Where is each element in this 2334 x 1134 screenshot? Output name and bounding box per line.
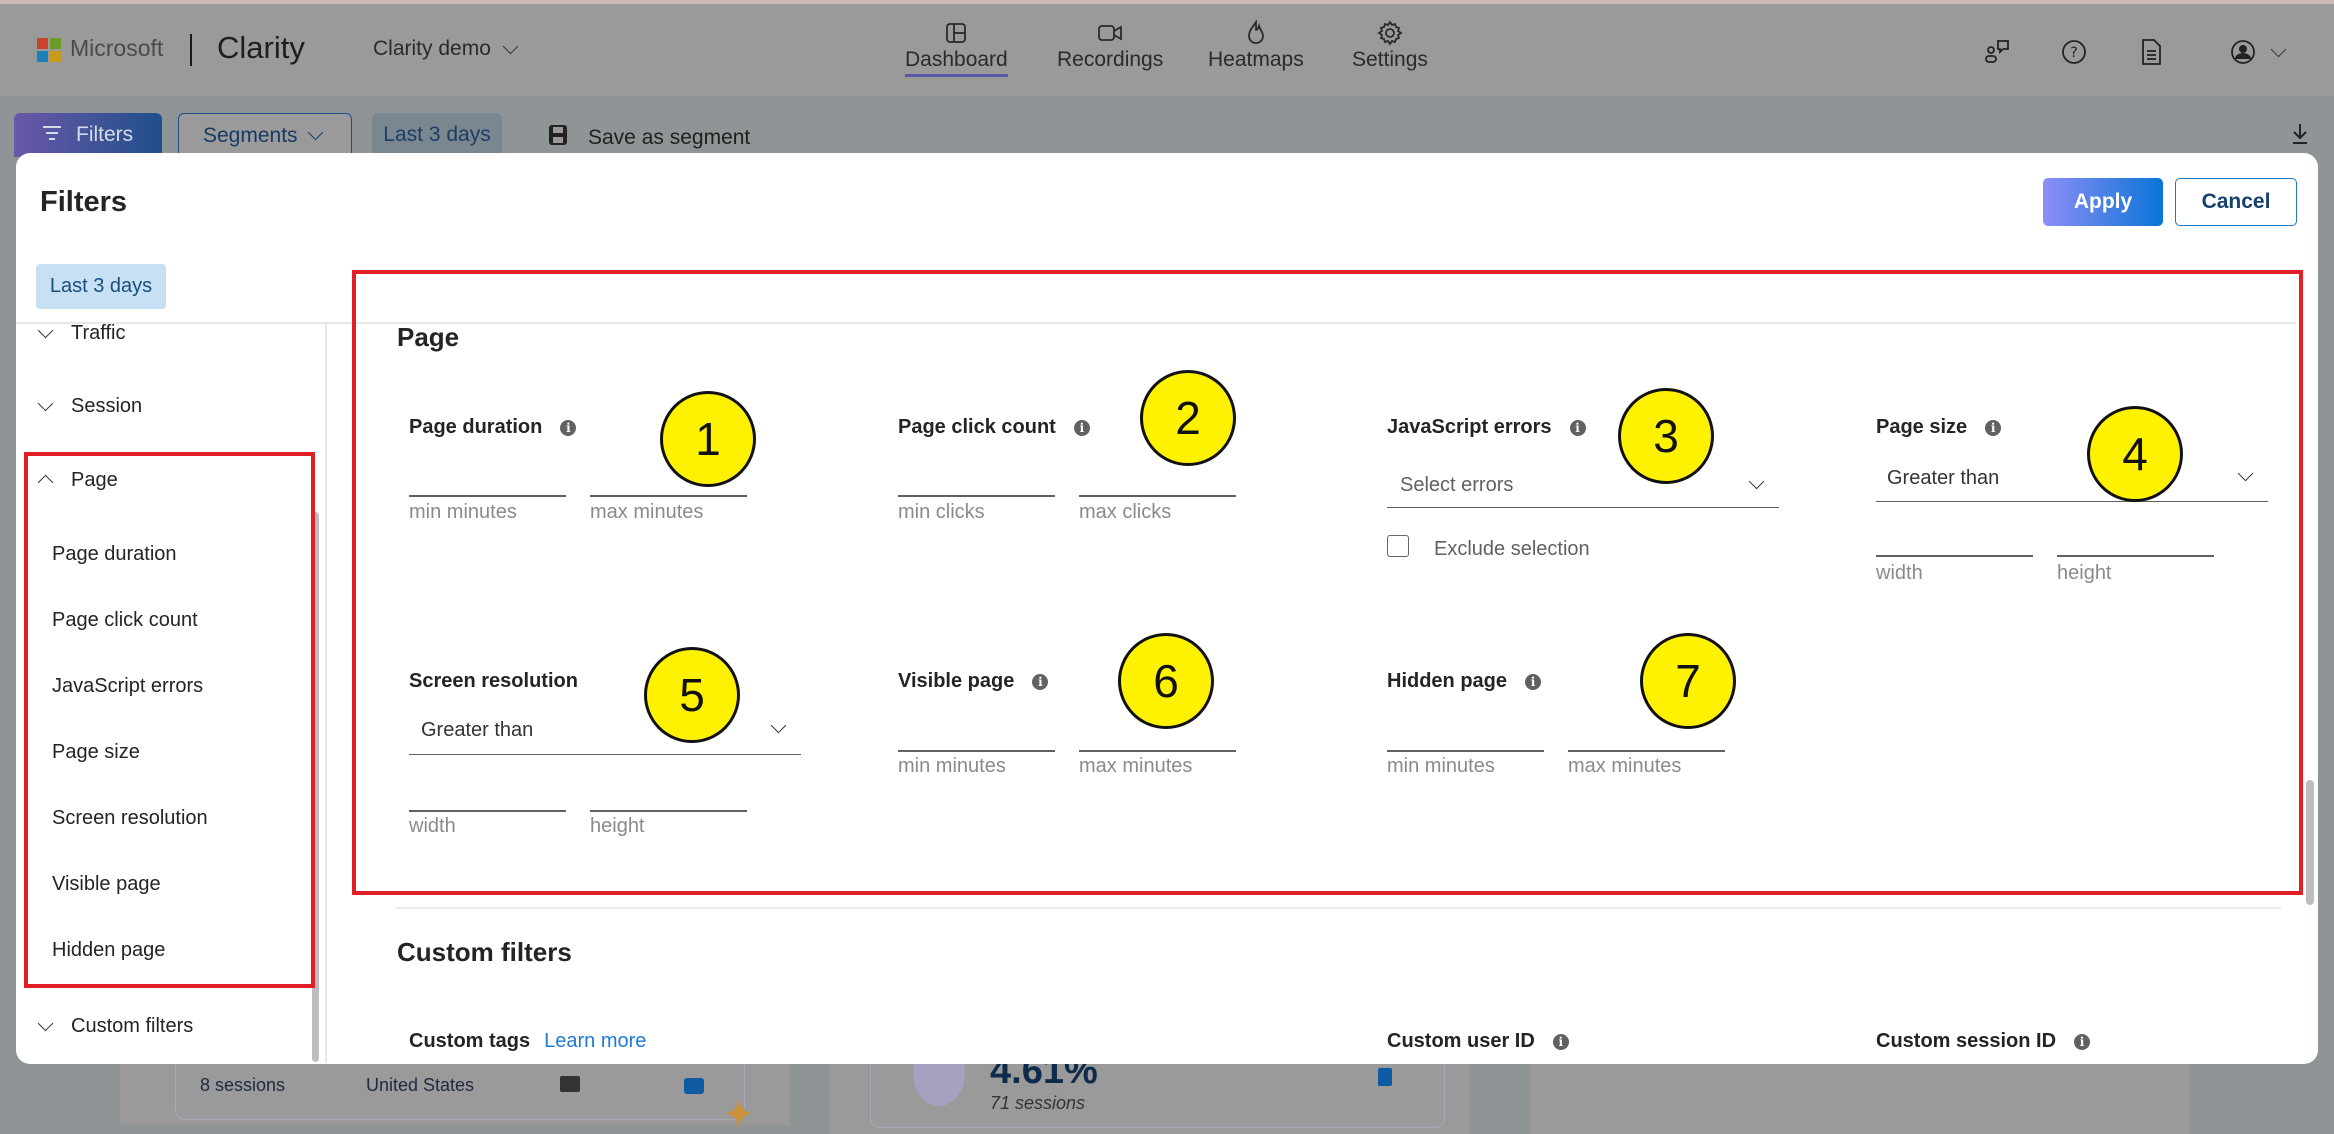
sparkle-icon: ✦ [722, 1093, 756, 1134]
custom-session-id-label: Custom session ID i [1876, 1030, 2091, 1053]
annotation-badge-5: 5 [644, 647, 740, 743]
custom-session-id-label-text: Custom session ID [1876, 1030, 2057, 1052]
info-icon[interactable]: i [2074, 1033, 2091, 1050]
video-camera-icon [1097, 18, 1123, 48]
annotation-badge-6: 6 [1118, 633, 1214, 729]
nav-heatmaps[interactable]: Heatmaps [1208, 18, 1304, 72]
apply-button[interactable]: Apply [2043, 178, 2163, 226]
project-name: Clarity demo [373, 37, 491, 60]
nav-settings[interactable]: Settings [1352, 18, 1428, 72]
nav-recordings-label: Recordings [1057, 48, 1164, 71]
custom-filters-title: Custom filters [397, 937, 572, 967]
sidebar-divider [325, 323, 327, 1063]
custom-user-id-label: Custom user ID i [1387, 1030, 1569, 1053]
brand-separator [190, 34, 192, 66]
custom-user-id-label-text: Custom user ID [1387, 1030, 1535, 1052]
custom-tags-label-text: Custom tags [409, 1030, 531, 1052]
laptop-icon [560, 1076, 580, 1092]
brand-microsoft: Microsoft [70, 35, 164, 61]
save-as-segment-label: Save as segment [588, 126, 751, 149]
contact-card-icon [684, 1078, 704, 1094]
annotation-badge-3: 3 [1618, 388, 1714, 484]
sidebar-section-custom-filters[interactable]: Custom filters [37, 1015, 194, 1038]
nav-settings-label: Settings [1352, 48, 1428, 71]
background-country: United States [366, 1075, 475, 1095]
info-icon[interactable]: i [1552, 1033, 1569, 1050]
filters-button-label: Filters [76, 123, 134, 146]
chevron-down-icon [307, 124, 323, 141]
date-range-chip[interactable]: Last 3 days [36, 264, 166, 309]
project-selector[interactable]: Clarity demo [373, 37, 519, 61]
feedback-icon[interactable] [1982, 37, 2012, 67]
recording-icon [1378, 1068, 1392, 1086]
gear-icon [1377, 18, 1403, 48]
modal-bottom-edge [16, 1064, 2318, 1065]
chevron-down-icon [37, 322, 54, 339]
document-icon[interactable] [2136, 37, 2166, 67]
flame-icon [1245, 18, 1267, 48]
help-icon[interactable]: ? [2059, 37, 2089, 67]
filters-button[interactable]: Filters [14, 113, 162, 157]
modal-title: Filters [40, 186, 128, 218]
highlight-box-sidebar-page [24, 452, 315, 988]
sidebar-section-label: Session [71, 395, 143, 417]
cancel-button[interactable]: Cancel [2175, 178, 2297, 226]
section-divider [396, 907, 2281, 909]
segments-label: Segments [203, 123, 298, 147]
sidebar-section-label: Custom filters [71, 1015, 194, 1037]
save-icon [548, 124, 568, 152]
nav-dashboard-label: Dashboard [905, 48, 1008, 77]
brand-clarity[interactable]: Clarity [217, 30, 305, 66]
annotation-badge-7: 7 [1640, 633, 1736, 729]
highlight-box-page-filters [352, 270, 2303, 895]
account-icon[interactable] [2228, 37, 2258, 67]
segments-dropdown[interactable]: Segments [178, 113, 352, 157]
svg-text:?: ? [2070, 45, 2077, 61]
nav-heatmaps-label: Heatmaps [1208, 48, 1304, 71]
account-chevron-down-icon[interactable] [2270, 41, 2287, 60]
annotation-badge-2: 2 [1140, 370, 1236, 466]
sidebar-section-traffic[interactable]: Traffic [37, 322, 126, 345]
chevron-down-icon [502, 38, 519, 54]
microsoft-logo-icon [37, 38, 61, 62]
sidebar-section-label: Traffic [71, 322, 126, 344]
nav-dashboard[interactable]: Dashboard [905, 18, 1008, 77]
chevron-down-icon [37, 1015, 54, 1032]
annotation-badge-1: 1 [660, 391, 756, 487]
chevron-down-icon [37, 395, 54, 412]
sidebar-section-session[interactable]: Session [37, 395, 143, 418]
nav-recordings[interactable]: Recordings [1057, 18, 1163, 72]
content-scrollbar[interactable] [2306, 780, 2314, 905]
custom-tags-label: Custom tags Learn more [409, 1030, 646, 1053]
dashboard-icon [944, 18, 968, 48]
save-as-segment-button[interactable]: Save as segment [548, 124, 750, 152]
date-range-button[interactable]: Last 3 days [372, 113, 502, 157]
background-sessions-count: 8 sessions [200, 1075, 286, 1095]
background-metric-sessions: 71 sessions [990, 1093, 1086, 1113]
filter-lines-icon [42, 123, 62, 147]
download-icon[interactable] [2290, 122, 2310, 151]
annotation-badge-4: 4 [2087, 406, 2183, 502]
learn-more-link[interactable]: Learn more [544, 1030, 646, 1053]
